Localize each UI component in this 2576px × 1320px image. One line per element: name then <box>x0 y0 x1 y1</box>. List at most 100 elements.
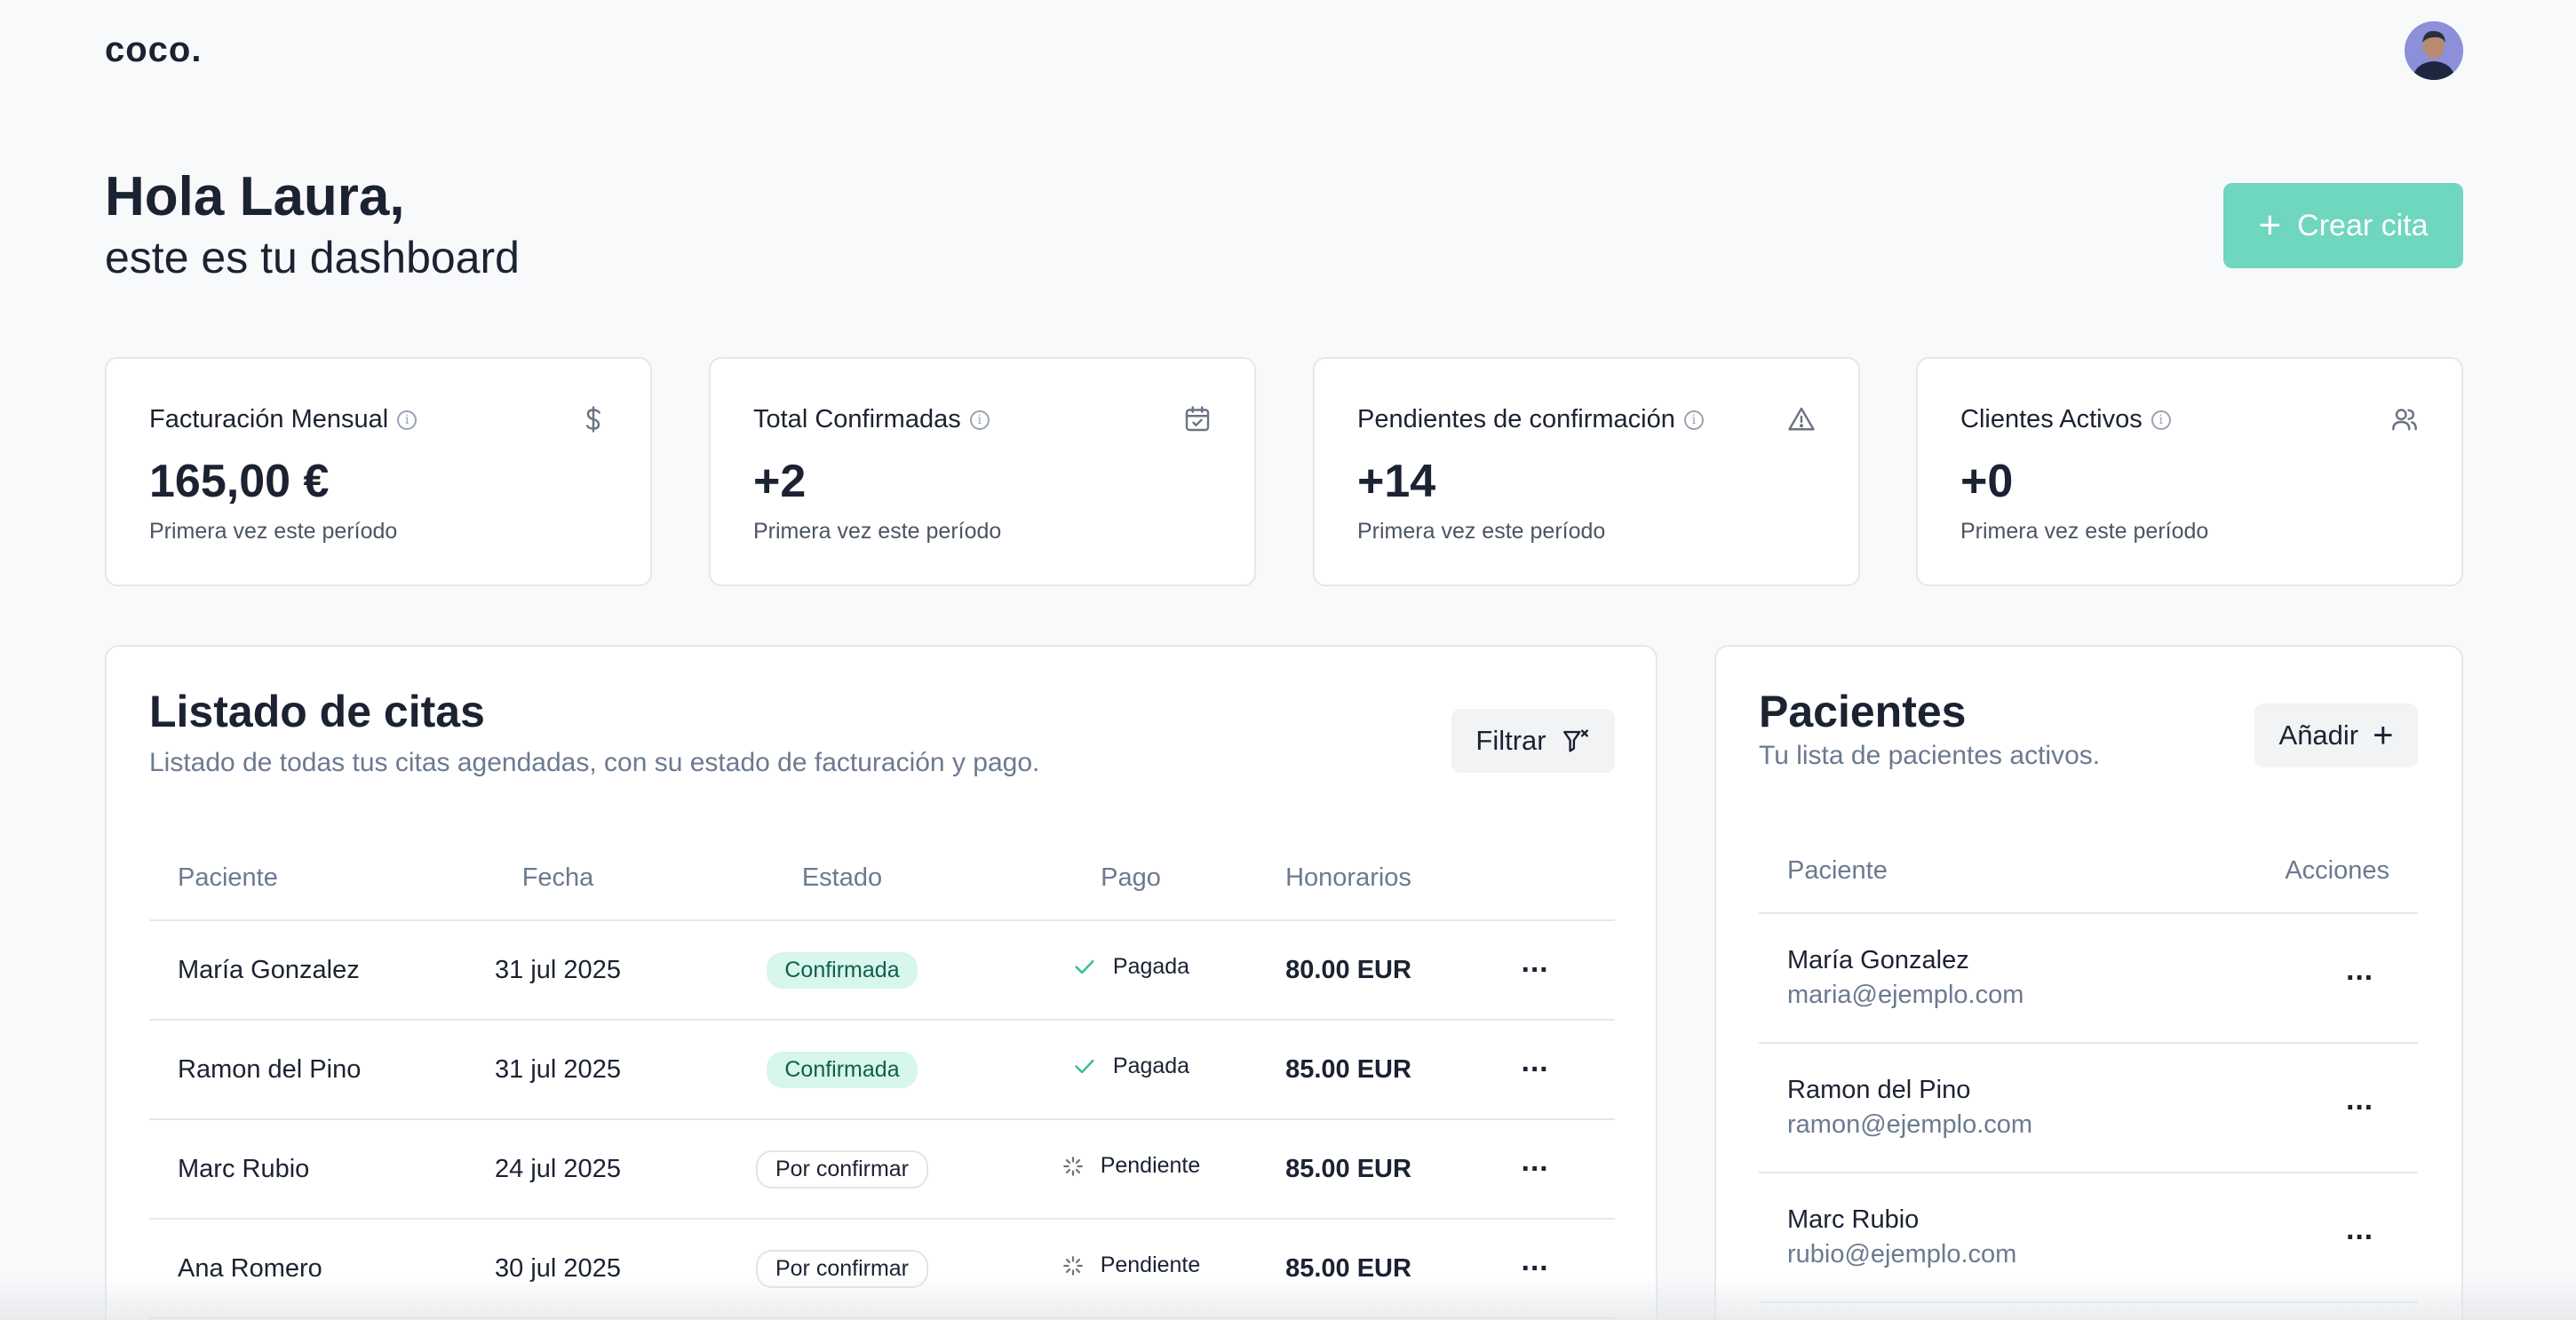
add-patient-label: Añadir <box>2278 720 2359 751</box>
patients-card: Pacientes Tu lista de pacientes activos.… <box>1714 645 2463 1320</box>
more-actions-icon[interactable]: ··· <box>1522 1152 1550 1186</box>
bottom-fade <box>0 1276 2576 1320</box>
appointments-subtitle: Listado de todas tus citas agendadas, co… <box>149 748 1040 777</box>
col-actions: Acciones <box>2202 830 2418 914</box>
info-icon[interactable]: i <box>969 410 990 430</box>
add-patient-button[interactable]: Añadir + <box>2254 704 2418 767</box>
col-actions <box>1455 837 1615 921</box>
patients-title: Pacientes <box>1759 687 1967 736</box>
appointments-title: Listado de citas <box>149 687 485 736</box>
more-actions-icon[interactable]: ··· <box>1522 1053 1550 1086</box>
table-header-row: Paciente Fecha Estado Pago Honorarios <box>149 837 1615 921</box>
greeting-block: Hola Laura, este es tu dashboard <box>105 162 520 282</box>
table-row[interactable]: Marc Rubio 24 jul 2025 Por confirmar Pen… <box>149 1119 1615 1220</box>
stat-subtext: Primera vez este período <box>149 519 398 544</box>
payment-label: Pagada <box>1112 953 1190 979</box>
filter-icon <box>1562 729 1588 752</box>
payment-label: Pagada <box>1112 1053 1190 1078</box>
patient-name: María Gonzalez <box>149 920 451 1021</box>
stat-title-text: Facturación Mensual <box>149 405 389 433</box>
appointment-date: 31 jul 2025 <box>451 1020 664 1120</box>
patient-name: Ramon del Pino <box>1787 1076 1971 1104</box>
info-icon[interactable]: i <box>2151 410 2171 430</box>
stat-title-text: Total Confirmadas <box>753 405 961 433</box>
patients-subtitle: Tu lista de pacientes activos. <box>1759 741 2101 770</box>
fee-value: 80.00 EUR <box>1242 920 1455 1021</box>
table-row[interactable]: María Gonzalez 31 jul 2025 Confirmada Pa… <box>149 920 1615 1021</box>
stat-subtext: Primera vez este período <box>753 519 1002 544</box>
appointments-table: Paciente Fecha Estado Pago Honorarios Ma… <box>149 837 1615 1319</box>
user-avatar-icon <box>2405 21 2463 80</box>
filter-button[interactable]: Filtrar <box>1451 709 1615 773</box>
stat-value: +2 <box>753 456 807 507</box>
patient-name: María Gonzalez <box>1787 946 1969 974</box>
patient-name: Ramon del Pino <box>149 1020 451 1120</box>
payment-label: Pendiente <box>1100 1153 1201 1179</box>
info-icon[interactable]: i <box>1683 410 1704 430</box>
payment-status: Pendiente <box>1061 1252 1201 1278</box>
patients-table: Paciente Acciones María Gonzalez maria@e… <box>1759 830 2418 1303</box>
patient-email: ramon@ejemplo.com <box>1787 1110 2033 1139</box>
app-logo[interactable]: coco. <box>105 30 202 70</box>
stat-value: +0 <box>1960 456 2014 507</box>
warning-icon <box>1788 407 1815 431</box>
table-header-row: Paciente Acciones <box>1759 830 2418 914</box>
patient-email: rubio@ejemplo.com <box>1787 1240 2017 1268</box>
greeting-title: Hola Laura, <box>105 166 405 227</box>
plus-icon: + <box>2373 716 2394 755</box>
stat-title: Facturación Mensual i <box>149 405 417 434</box>
stat-card-billing: Facturación Mensual i 165,00 € Primera v… <box>105 357 652 586</box>
appointment-date: 24 jul 2025 <box>451 1119 664 1220</box>
list-item[interactable]: Ramon del Pino ramon@ejemplo.com ··· <box>1759 1043 2418 1173</box>
stat-title: Clientes Activos i <box>1960 405 2171 434</box>
col-date: Fecha <box>451 837 664 921</box>
loader-icon <box>1062 1156 1083 1176</box>
patient-name: Marc Rubio <box>1787 1205 1920 1234</box>
dollar-icon <box>586 406 600 433</box>
payment-label: Pendiente <box>1100 1252 1201 1278</box>
stat-title-text: Pendientes de confirmación <box>1357 405 1675 433</box>
appointments-card: Listado de citas Listado de todas tus ci… <box>105 645 1658 1320</box>
user-avatar[interactable] <box>2405 21 2463 80</box>
col-fee: Honorarios <box>1242 837 1455 921</box>
greeting-subtitle: este es tu dashboard <box>105 233 520 282</box>
create-appointment-button[interactable]: + Crear cita <box>2223 183 2463 268</box>
create-appointment-label: Crear cita <box>2297 208 2429 243</box>
payment-status: Pagada <box>1072 954 1189 980</box>
payment-status: Pendiente <box>1061 1153 1201 1179</box>
status-badge: Confirmada <box>767 951 918 989</box>
status-badge: Confirmada <box>767 1051 918 1088</box>
stat-title: Pendientes de confirmación i <box>1357 405 1704 434</box>
payment-status: Pagada <box>1072 1054 1189 1079</box>
loader-icon <box>1062 1255 1083 1276</box>
patient-email: maria@ejemplo.com <box>1787 981 2024 1009</box>
check-icon <box>1075 960 1094 974</box>
more-actions-icon[interactable]: ··· <box>1522 953 1550 987</box>
stat-value: 165,00 € <box>149 456 330 507</box>
stat-title: Total Confirmadas i <box>753 405 990 434</box>
list-item[interactable]: María Gonzalez maria@ejemplo.com ··· <box>1759 913 2418 1044</box>
col-patient: Paciente <box>149 837 451 921</box>
check-icon <box>1075 1060 1094 1074</box>
info-icon[interactable]: i <box>397 410 417 430</box>
calendar-check-icon <box>1185 406 1210 432</box>
plus-icon: + <box>2258 203 2282 247</box>
fee-value: 85.00 EUR <box>1242 1020 1455 1120</box>
col-patient: Paciente <box>1759 830 2203 914</box>
stat-card-clients: Clientes Activos i +0 Primera vez este p… <box>1916 357 2463 586</box>
filter-label: Filtrar <box>1475 725 1546 756</box>
col-status: Estado <box>664 837 1020 921</box>
more-actions-icon[interactable]: ··· <box>2346 1221 2374 1254</box>
stat-card-confirmed: Total Confirmadas i +2 Primera vez este … <box>709 357 1256 586</box>
status-badge: Por confirmar <box>755 1149 929 1189</box>
col-payment: Pago <box>1020 837 1242 921</box>
more-actions-icon[interactable]: ··· <box>2346 1091 2374 1125</box>
table-row[interactable]: Ramon del Pino 31 jul 2025 Confirmada Pa… <box>149 1020 1615 1120</box>
stat-value: +14 <box>1357 456 1436 507</box>
more-actions-icon[interactable]: ··· <box>2346 961 2374 995</box>
users-icon <box>2392 409 2417 431</box>
stat-card-pending: Pendientes de confirmación i +14 Primera… <box>1313 357 1860 586</box>
fee-value: 85.00 EUR <box>1242 1119 1455 1220</box>
stat-subtext: Primera vez este período <box>1960 519 2209 544</box>
appointment-date: 31 jul 2025 <box>451 920 664 1021</box>
